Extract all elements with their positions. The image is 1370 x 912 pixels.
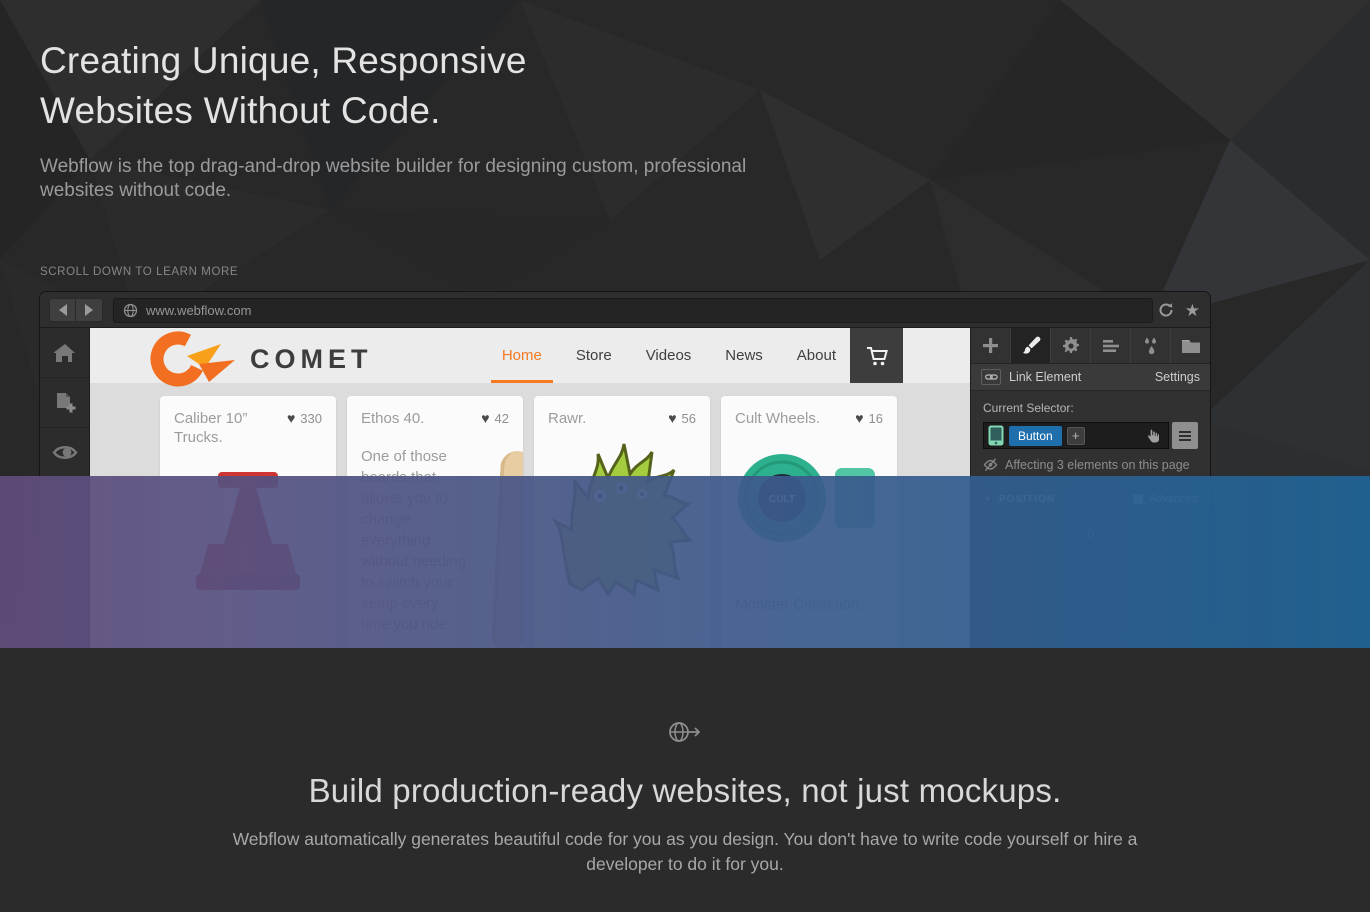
back-arrow-icon [59,304,67,316]
product-title: Cult Wheels. [735,409,820,428]
add-elements-tab[interactable] [971,328,1011,363]
selected-element-row: Link Element Settings [971,364,1210,391]
panel-toolbar [971,328,1210,364]
text-lines-icon [1102,339,1120,353]
nav-link-videos[interactable]: Videos [644,328,694,383]
hand-cursor-icon [1146,428,1159,443]
affecting-note: Affecting 3 elements on this page [983,458,1198,472]
settings-tab[interactable] [1051,328,1091,363]
selector-input[interactable]: Button + [983,422,1169,449]
droplets-icon [1141,336,1161,355]
url-text: www.webflow.com [146,303,251,318]
features-section: Build production-ready websites, not jus… [0,648,1370,912]
nav-link-news[interactable]: News [723,328,765,383]
address-bar[interactable]: www.webflow.com [113,298,1153,323]
cart-button[interactable] [850,328,903,383]
cart-icon [865,345,889,367]
folder-icon [1181,338,1201,354]
bookmark-star-icon[interactable]: ★ [1185,302,1200,319]
home-button[interactable] [40,328,89,378]
assets-tab[interactable] [1171,328,1210,363]
heart-icon: ♥ [481,410,489,427]
browser-topbar: www.webflow.com ★ [40,292,1210,328]
site-navbar: COMET Home Store Videos News About [90,328,970,383]
element-type-label: Link Element [1009,370,1147,384]
element-settings-link[interactable]: Settings [1155,370,1200,384]
globe-arrow-icon [666,720,704,744]
typography-tab[interactable] [1091,328,1131,363]
add-selector-button[interactable]: + [1067,427,1085,445]
product-title: Ethos 40. [361,409,424,428]
selector-menu-button[interactable] [1172,422,1198,449]
forward-arrow-icon [85,304,93,316]
link-element-icon [981,369,1001,385]
nav-link-store[interactable]: Store [574,328,614,383]
plus-icon [981,336,1000,355]
features-heading: Build production-ready websites, not jus… [0,772,1370,810]
eye-slash-icon [983,458,998,472]
globe-icon [123,303,138,318]
webflow-landing-page: Creating Unique, Responsive Websites Wit… [0,0,1370,912]
brand-name: COMET [250,344,373,375]
preview-eye-icon [52,444,78,461]
heart-icon: ♥ [855,410,863,427]
add-page-button[interactable] [40,378,89,428]
site-nav-links: Home Store Videos News About [500,328,838,383]
signup-banner: Sign up for free. Join over 100,000 web … [0,476,1370,648]
nav-link-home[interactable]: Home [500,328,544,383]
preview-button[interactable] [40,428,89,478]
page-subtitle: Webflow is the top drag-and-drop website… [40,155,775,203]
style-brush-tab[interactable] [1011,328,1051,363]
features-description: Webflow automatically generates beautifu… [215,827,1155,877]
like-button[interactable]: ♥ 330 [287,410,322,447]
like-button[interactable]: ♥ 42 [481,410,509,428]
comet-logo-icon [147,330,235,388]
product-title: Caliber 10” Trucks. [174,409,247,447]
home-icon [54,343,76,363]
nav-link-about[interactable]: About [795,328,838,383]
product-title: Rawr. [548,409,586,428]
current-selector-label: Current Selector: [983,401,1198,415]
effects-tab[interactable] [1131,328,1171,363]
refresh-icon[interactable] [1158,302,1174,318]
site-logo[interactable]: COMET [147,330,373,388]
browser-back-button[interactable] [49,298,76,322]
like-button[interactable]: ♥ 16 [855,410,883,428]
browser-forward-button[interactable] [76,298,103,322]
page-title: Creating Unique, Responsive Websites Wit… [40,36,527,136]
gear-icon [1061,336,1081,356]
like-button[interactable]: ♥ 56 [668,410,696,428]
selector-chip-button[interactable]: Button [1009,426,1062,446]
device-icon [988,425,1004,446]
heart-icon: ♥ [287,410,295,427]
add-page-icon [53,391,76,414]
heart-icon: ♥ [668,410,676,427]
scroll-hint: SCROLL DOWN TO LEARN MORE [40,266,238,278]
paint-brush-icon [1021,336,1041,356]
